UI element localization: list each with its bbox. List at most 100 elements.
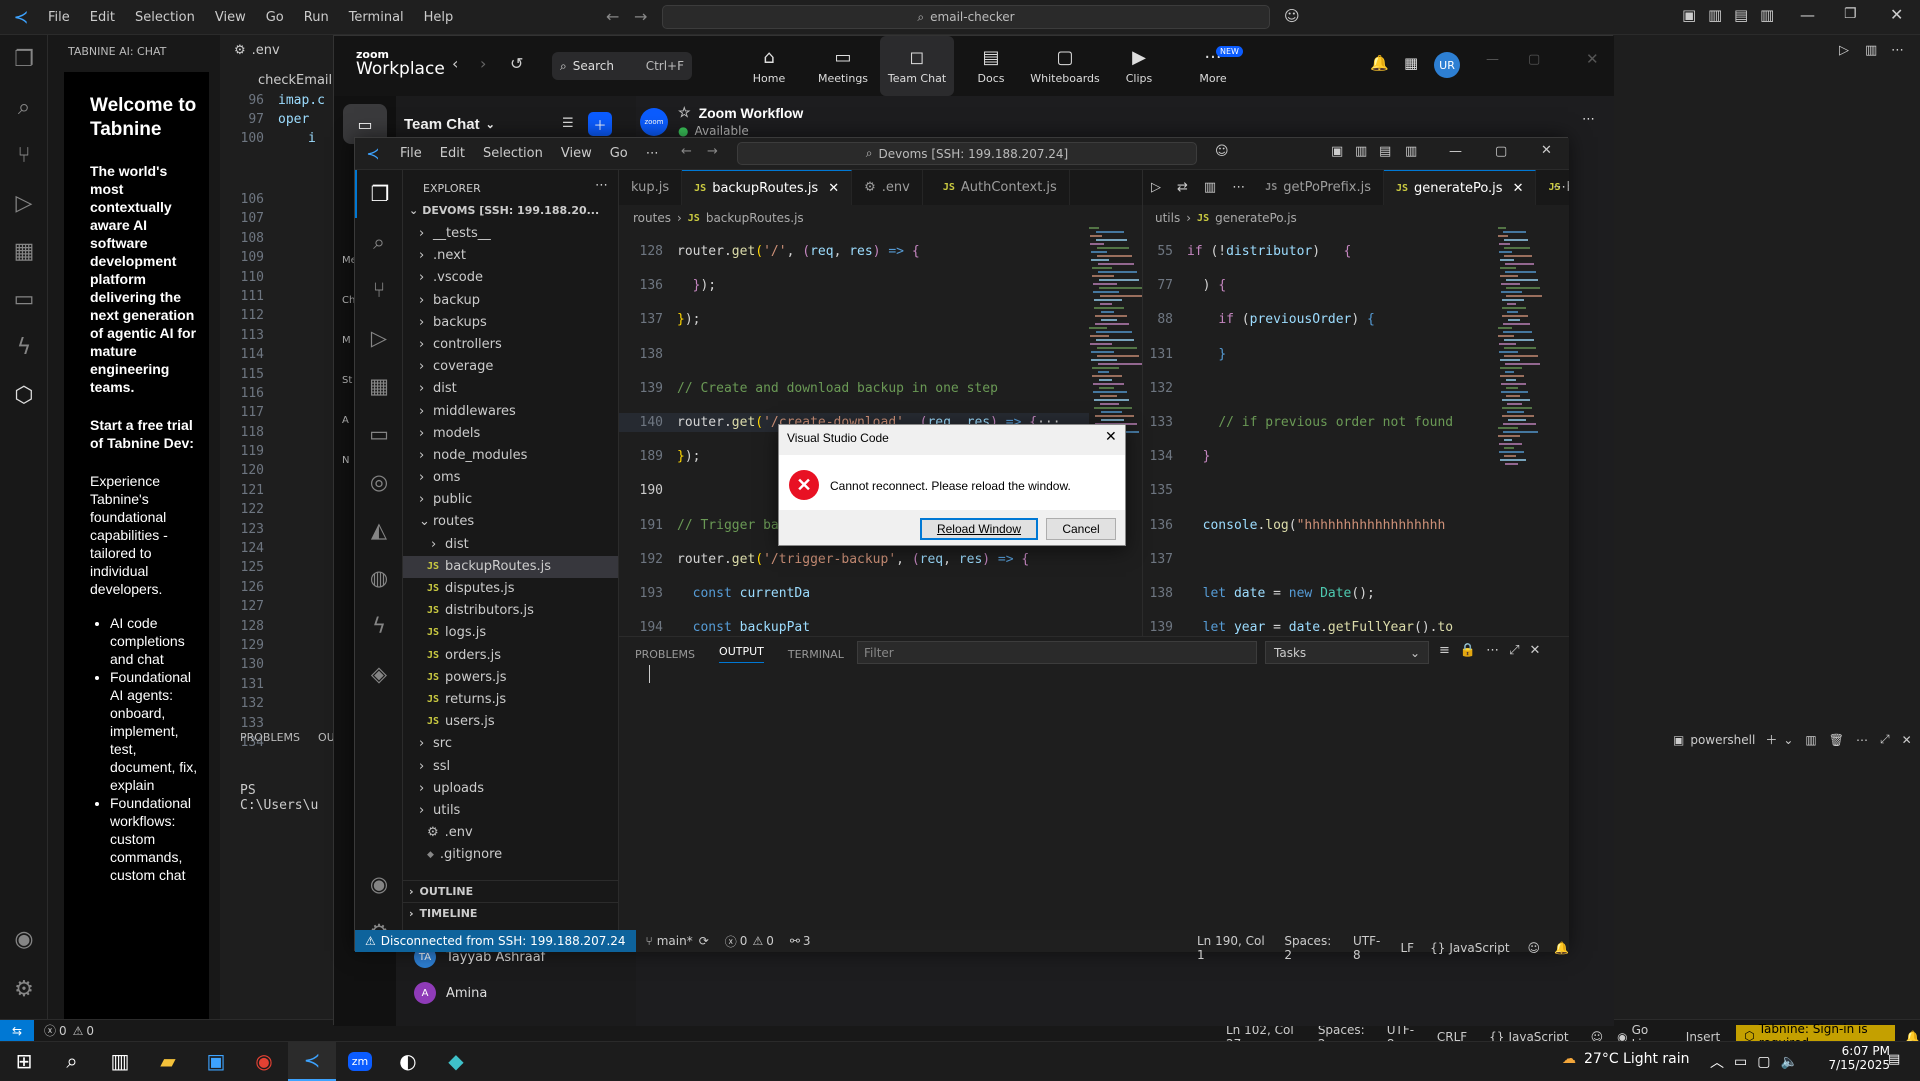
tree-file[interactable]: ⚙ .env [403, 822, 618, 844]
chrome-icon[interactable]: ◉ [240, 1042, 288, 1081]
menu-view[interactable]: View [552, 146, 601, 161]
windows-start-icon[interactable]: ⊞ [0, 1042, 48, 1081]
menu-edit[interactable]: Edit [431, 146, 474, 161]
more-icon[interactable]: ⋯ [595, 178, 608, 193]
workspace-root[interactable]: ⌄ DEVOMS [SSH: 199.188.20... [403, 204, 599, 217]
menu-file[interactable]: File [391, 146, 431, 161]
run-icon[interactable]: ▷ [1151, 180, 1161, 195]
tree-folder[interactable]: › public [403, 489, 618, 511]
copilot-icon[interactable]: ☺ [1284, 7, 1300, 25]
notifications-bell-icon[interactable]: 🔔 [1554, 941, 1569, 955]
more-icon[interactable]: ⋯ [1856, 733, 1868, 747]
tree-file[interactable]: JS orders.js [403, 645, 618, 667]
weather-widget[interactable]: ☁ 27°C Light rain [1562, 1051, 1690, 1067]
tree-folder[interactable]: › oms [403, 467, 618, 489]
remote-status[interactable]: ⚠ Disconnected from SSH: 199.188.207.24 [355, 930, 636, 952]
search-icon[interactable]: ⌕ [355, 218, 403, 266]
maximize-icon[interactable]: ▢ [1528, 52, 1540, 67]
tree-file[interactable]: JS returns.js [403, 689, 618, 711]
menu-selection[interactable]: Selection [474, 146, 552, 161]
chevron-down-icon[interactable]: ⌄ [1783, 733, 1793, 747]
close-panel-icon[interactable]: ✕ [1530, 643, 1541, 658]
file-explorer-icon[interactable]: ▰ [144, 1042, 192, 1081]
lightning-icon[interactable]: ϟ [0, 323, 48, 371]
nav-whiteboards[interactable]: ▢ Whiteboards [1028, 36, 1102, 96]
minimize-icon[interactable]: — [1449, 144, 1462, 159]
test-icon[interactable]: ◭ [355, 506, 403, 554]
maximize-panel-icon[interactable]: ⤢ [1880, 732, 1890, 747]
tab-authcontext[interactable]: JS AuthContext.js [923, 170, 1070, 205]
team-chat-title[interactable]: Team Chat ⌄ [404, 116, 495, 133]
remote-explorer-icon[interactable]: ▭ [0, 275, 48, 323]
nav-clips[interactable]: ▶ Clips [1102, 36, 1176, 96]
tree-folder[interactable]: › uploads [403, 778, 618, 800]
warnings-count[interactable]: 0 [766, 934, 774, 948]
nav-meetings[interactable]: ▭ Meetings [806, 36, 880, 96]
toggle-sidebar-icon[interactable]: ▥ [1708, 6, 1722, 24]
toggle-sidebar-icon[interactable]: ▥ [1355, 144, 1367, 159]
back-arrow-icon[interactable]: ← [606, 7, 619, 26]
menu-go[interactable]: Go [601, 146, 637, 161]
minimize-icon[interactable]: — [1800, 6, 1815, 24]
tree-folder[interactable]: › utils [403, 800, 618, 822]
tree-file[interactable]: JS logs.js [403, 622, 618, 644]
tree-folder[interactable]: › dist [403, 378, 618, 400]
history-icon[interactable]: ↺ [510, 54, 523, 73]
close-tab-icon[interactable]: ✕ [828, 181, 839, 196]
tab-backup-js[interactable]: kup.js [619, 170, 683, 205]
run-debug-icon[interactable]: ▷ [355, 314, 403, 362]
outline-section[interactable]: › OUTLINE [403, 880, 618, 902]
more-actions-icon[interactable]: ⋯ [1891, 43, 1904, 58]
tab-generatePo[interactable]: JS generatePo.js ✕ [1384, 170, 1537, 205]
zoom-taskbar-icon[interactable]: zm [336, 1042, 384, 1081]
close-icon[interactable]: ✕ [1890, 5, 1903, 24]
reload-window-button[interactable]: Reload Window [920, 518, 1038, 540]
app-icon[interactable]: ◐ [384, 1042, 432, 1081]
source-control-icon[interactable]: ⑂ [0, 131, 48, 179]
notification-center-icon[interactable]: ▤ [1888, 1052, 1900, 1067]
menu-more-icon[interactable]: ⋯ [637, 146, 668, 161]
tab-terminal[interactable]: TERMINAL [788, 648, 844, 661]
forward-arrow-icon[interactable]: → [634, 7, 647, 26]
maximize-icon[interactable]: ▢ [1495, 144, 1507, 159]
warnings-count[interactable]: 0 [86, 1024, 94, 1038]
breadcrumb-item[interactable]: routes [633, 211, 671, 225]
tab-output[interactable]: OUTPUT [719, 645, 764, 663]
back-arrow-icon[interactable]: ← [681, 144, 692, 159]
menu-go[interactable]: Go [256, 10, 294, 25]
more-icon[interactable]: ⋯ [1582, 112, 1595, 127]
output-filter-input[interactable]: Filter [857, 641, 1257, 664]
nav-team-chat[interactable]: ◻ Team Chat [880, 36, 954, 96]
explorer-icon[interactable]: ❐ [355, 170, 403, 218]
eol[interactable]: LF [1401, 941, 1415, 955]
run-debug-icon[interactable]: ▷ [0, 179, 48, 227]
tree-folder[interactable]: › controllers [403, 334, 618, 356]
tab-env[interactable]: ⚙ .env [852, 170, 923, 205]
errors-count[interactable]: 0 [740, 934, 748, 948]
ports-count[interactable]: 3 [803, 934, 811, 948]
close-panel-icon[interactable]: ✕ [1902, 733, 1912, 747]
copilot-icon[interactable]: ☺ [1215, 144, 1229, 159]
nav-more[interactable]: ··· More NEW [1176, 36, 1250, 96]
extensions-icon[interactable]: ▦ [355, 362, 403, 410]
terminal-name[interactable]: powershell [1690, 733, 1755, 747]
menu-view[interactable]: View [205, 10, 256, 25]
tab-backupRoutes[interactable]: JS backupRoutes.js ✕ [682, 170, 853, 205]
toggle-panel-icon[interactable]: ▤ [1734, 6, 1748, 24]
trash-icon[interactable]: 🗑 [1829, 733, 1844, 747]
tree-folder[interactable]: › src [403, 733, 618, 755]
tree-file[interactable]: JS users.js [403, 711, 618, 733]
source-control-icon[interactable]: ⑂ [355, 266, 403, 314]
tree-folder[interactable]: › .vscode [403, 267, 618, 289]
minimize-icon[interactable]: — [1486, 52, 1499, 67]
more-icon[interactable]: ⋯ [1486, 643, 1499, 658]
back-arrow-icon[interactable]: ‹ [452, 54, 458, 73]
maximize-panel-icon[interactable]: ⤢ [1509, 643, 1519, 658]
cancel-button[interactable]: Cancel [1046, 518, 1116, 540]
minimap-right[interactable] [1498, 225, 1542, 625]
explorer-icon[interactable]: ❐ [0, 35, 48, 83]
tree-folder[interactable]: › middlewares [403, 401, 618, 423]
dialog-close-icon[interactable]: ✕ [1105, 428, 1117, 445]
search-icon[interactable]: ⌕ [48, 1042, 96, 1081]
tree-file[interactable]: ◆ .gitignore [403, 844, 618, 866]
